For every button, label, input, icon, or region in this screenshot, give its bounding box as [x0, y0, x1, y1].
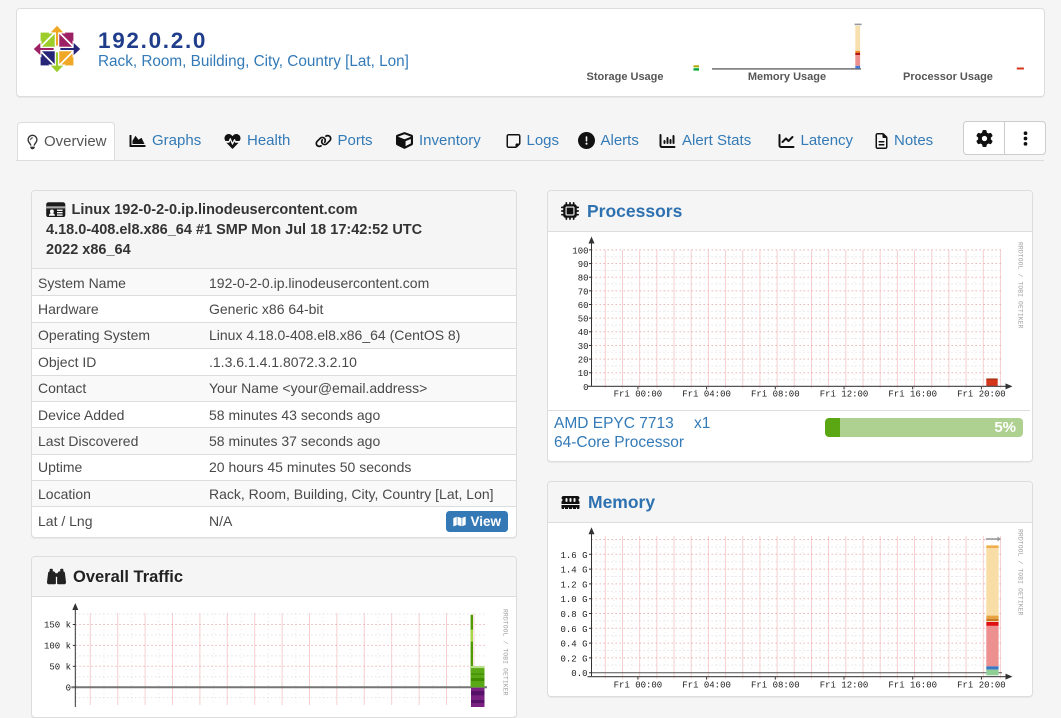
svg-text:0: 0	[583, 383, 588, 393]
svg-text:Fri 16:00: Fri 16:00	[888, 681, 937, 691]
svg-text:0: 0	[66, 683, 71, 693]
svg-text:Fri 00:00: Fri 00:00	[614, 681, 663, 691]
svg-text:Fri 12:00: Fri 12:00	[820, 681, 869, 691]
svg-text:Fri 16:00: Fri 16:00	[888, 390, 937, 400]
svg-text:RRDTOOL / TOBI OETIKER: RRDTOOL / TOBI OETIKER	[1017, 242, 1024, 329]
svg-text:150 k: 150 k	[44, 621, 71, 631]
svg-text:Fri 20:00: Fri 20:00	[957, 390, 1006, 400]
svg-text:0.0: 0.0	[571, 669, 587, 679]
svg-text:Fri 20:00: Fri 20:00	[957, 681, 1006, 691]
svg-text:RRDTOOL / TOBI OETIKER: RRDTOOL / TOBI OETIKER	[502, 609, 509, 696]
svg-text:50 k: 50 k	[49, 663, 71, 673]
svg-text:1.4 G: 1.4 G	[560, 566, 587, 576]
svg-text:1.0 G: 1.0 G	[560, 595, 587, 605]
svg-text:0.2 G: 0.2 G	[560, 654, 587, 664]
svg-text:20: 20	[578, 356, 589, 366]
svg-text:Fri 08:00: Fri 08:00	[751, 681, 800, 691]
svg-text:40: 40	[578, 328, 589, 338]
svg-text:1.2 G: 1.2 G	[560, 580, 587, 590]
svg-text:0.8 G: 0.8 G	[560, 610, 587, 620]
svg-text:10: 10	[578, 369, 589, 379]
svg-text:70: 70	[578, 287, 589, 297]
svg-text:50: 50	[578, 315, 589, 325]
svg-text:RRDTOOL / TOBI OETIKER: RRDTOOL / TOBI OETIKER	[1017, 529, 1024, 616]
svg-text:Fri 04:00: Fri 04:00	[682, 390, 731, 400]
svg-text:100: 100	[572, 246, 588, 256]
svg-text:100 k: 100 k	[44, 642, 71, 652]
svg-text:0.6 G: 0.6 G	[560, 625, 587, 635]
svg-text:60: 60	[578, 301, 589, 311]
svg-text:30: 30	[578, 342, 589, 352]
svg-text:Fri 12:00: Fri 12:00	[820, 390, 869, 400]
svg-text:Fri 04:00: Fri 04:00	[682, 681, 731, 691]
svg-text:Fri 00:00: Fri 00:00	[614, 390, 663, 400]
svg-text:80: 80	[578, 274, 589, 284]
svg-text:1.6 G: 1.6 G	[560, 551, 587, 561]
svg-text:Fri 08:00: Fri 08:00	[751, 390, 800, 400]
svg-text:0.4 G: 0.4 G	[560, 640, 587, 650]
svg-text:90: 90	[578, 260, 589, 270]
